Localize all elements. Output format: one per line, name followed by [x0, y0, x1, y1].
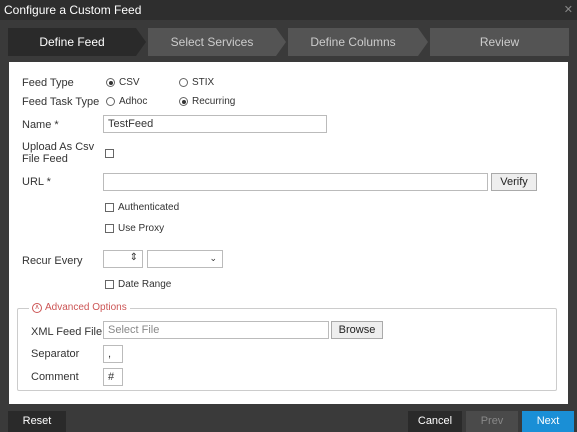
window-title: Configure a Custom Feed	[4, 3, 142, 17]
chevron-down-icon: ⌄	[209, 253, 217, 263]
verify-button[interactable]: Verify	[491, 173, 537, 191]
url-label: URL *	[22, 176, 51, 188]
advanced-options-toggle[interactable]: ∧ Advanced Options	[29, 302, 130, 313]
prev-button[interactable]: Prev	[466, 411, 518, 432]
comment-input[interactable]: #	[103, 368, 123, 386]
comment-label: Comment	[31, 371, 79, 383]
upload-csv-label-line1: Upload As Csv	[22, 141, 95, 153]
upload-csv-label: Upload As Csv File Feed	[22, 141, 94, 165]
upload-csv-checkbox[interactable]	[105, 149, 114, 158]
spinner-icon[interactable]: ⇕	[130, 250, 138, 266]
form-body: Feed Type CSV STIX Feed Task Type Adhoc …	[9, 62, 568, 404]
checkbox-icon	[105, 203, 114, 212]
radio-adhoc[interactable]: Adhoc	[106, 96, 147, 107]
step-select-services[interactable]: Select Services	[148, 28, 276, 56]
radio-unselected-icon	[179, 78, 188, 87]
step-label: Define Feed	[39, 35, 105, 49]
upload-csv-label-line2: File Feed	[22, 153, 68, 165]
radio-csv[interactable]: CSV	[106, 77, 140, 88]
radio-label: CSV	[119, 77, 140, 88]
checkbox-label: Date Range	[118, 279, 172, 290]
recur-every-label: Recur Every	[22, 255, 83, 267]
radio-selected-icon	[106, 78, 115, 87]
xml-feed-file-input[interactable]: Select File	[103, 321, 329, 339]
radio-label: Recurring	[192, 96, 236, 107]
url-input[interactable]	[103, 173, 488, 191]
feed-task-type-label: Feed Task Type	[22, 96, 100, 108]
use-proxy-checkbox[interactable]: Use Proxy	[105, 223, 164, 234]
browse-button[interactable]: Browse	[331, 321, 383, 339]
step-review[interactable]: Review	[430, 28, 569, 56]
recur-every-stepper[interactable]: ⇕	[103, 250, 143, 268]
checkbox-label: Authenticated	[118, 202, 180, 213]
title-bar: Configure a Custom Feed ✕	[0, 0, 577, 20]
wizard-steps: Define Feed Select Services Define Colum…	[0, 20, 577, 62]
reset-button[interactable]: Reset	[8, 411, 66, 432]
checkbox-icon	[105, 224, 114, 233]
name-input[interactable]: TestFeed	[103, 115, 327, 133]
recur-unit-select[interactable]: ⌄	[147, 250, 223, 268]
xml-feed-file-label: XML Feed File	[31, 326, 103, 338]
step-label: Review	[479, 35, 520, 49]
checkbox-icon	[105, 149, 114, 158]
step-arrow-icon	[276, 28, 286, 56]
date-range-checkbox[interactable]: Date Range	[105, 279, 171, 290]
authenticated-checkbox[interactable]: Authenticated	[105, 202, 179, 213]
advanced-options-label: Advanced Options	[45, 302, 127, 313]
step-define-feed[interactable]: Define Feed	[8, 28, 136, 56]
step-arrow-icon	[418, 28, 428, 56]
radio-label: STIX	[192, 77, 215, 88]
radio-stix[interactable]: STIX	[179, 77, 214, 88]
feed-type-label: Feed Type	[22, 77, 74, 89]
radio-label: Adhoc	[119, 96, 148, 107]
step-define-columns[interactable]: Define Columns	[288, 28, 418, 56]
name-label: Name *	[22, 119, 59, 131]
step-label: Select Services	[170, 35, 254, 49]
cancel-button[interactable]: Cancel	[408, 411, 462, 432]
step-arrow-icon	[136, 28, 146, 56]
separator-label: Separator	[31, 348, 80, 360]
collapse-up-icon: ∧	[32, 302, 42, 313]
close-icon[interactable]: ✕	[564, 0, 573, 20]
configure-feed-dialog: Configure a Custom Feed ✕ Define Feed Se…	[0, 0, 577, 432]
radio-recurring[interactable]: Recurring	[179, 96, 235, 107]
radio-selected-icon	[179, 97, 188, 106]
footer-bar: Reset Cancel Prev Next	[0, 404, 577, 432]
checkbox-label: Use Proxy	[118, 223, 165, 234]
checkbox-icon	[105, 280, 114, 289]
step-label: Define Columns	[310, 35, 396, 49]
radio-unselected-icon	[106, 97, 115, 106]
next-button[interactable]: Next	[522, 411, 574, 432]
separator-input[interactable]: ,	[103, 345, 123, 363]
